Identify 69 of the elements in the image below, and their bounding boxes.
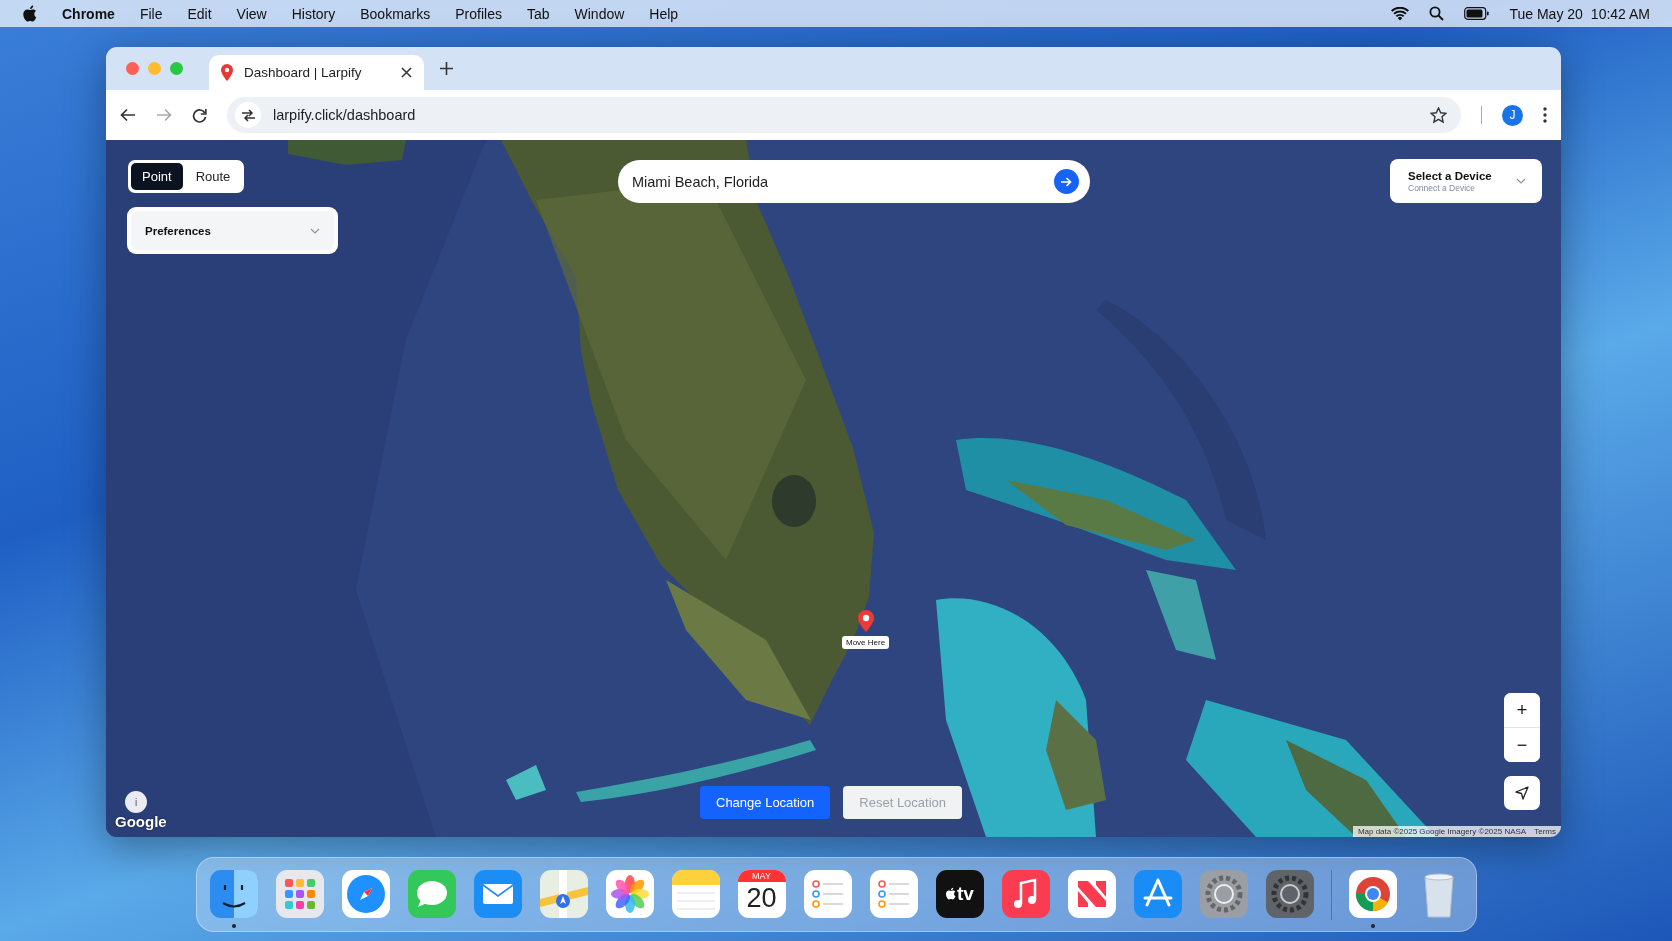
browser-tab[interactable]: Dashboard | Larpify [209,55,424,90]
menu-item[interactable]: History [291,5,336,22]
preferences-dropdown[interactable]: Preferences [131,211,334,250]
app-store-icon[interactable] [1132,868,1183,919]
menu-item[interactable]: View [236,5,267,22]
reload-icon[interactable] [192,107,207,123]
menu-bar-date[interactable]: Tue May 20 [1509,5,1583,22]
gear-icon[interactable] [1264,868,1315,919]
device-select-title: Select a Device [1408,169,1492,182]
mode-tab[interactable]: Point [131,163,183,190]
tv-app-icon[interactable]: tv [935,869,984,918]
back-icon[interactable] [120,108,136,122]
checklist-icon[interactable] [868,868,919,919]
search-submit-button[interactable] [1054,169,1079,194]
apple-logo-icon[interactable] [22,5,37,22]
chevron-down-icon[interactable] [1516,178,1526,184]
calendar-app-icon[interactable]: MAY 20 [737,869,786,918]
battery-icon[interactable] [1464,7,1490,20]
map-pin-icon[interactable] [858,610,874,632]
music-note-icon[interactable] [1000,868,1051,919]
locate-button[interactable] [1504,776,1540,810]
menu-item[interactable]: Profiles [455,5,502,22]
apple-logo-icon [945,887,957,900]
search-field[interactable]: Miami Beach, Florida [618,160,1090,203]
envelope-icon[interactable] [472,868,523,919]
menu-item[interactable]: Window [574,5,625,22]
new-tab-icon[interactable] [440,62,453,75]
chevron-down-icon[interactable] [310,227,320,234]
location-button[interactable]: Change Location [700,786,831,819]
attribution-text: Map data ©2025 Google Imagery ©2025 NASA [1357,827,1527,836]
mode-tab[interactable]: Route [184,163,242,190]
close-window-button[interactable] [126,62,139,75]
notepad-icon[interactable] [670,868,721,919]
map-logo: Google [115,813,167,830]
profile-avatar[interactable]: J [1502,104,1523,126]
app-menu[interactable]: Chrome [62,5,115,22]
marker-label: Move Here [842,636,890,649]
browser-logo-icon[interactable] [1347,868,1398,919]
compass-icon[interactable] [340,868,391,919]
close-icon[interactable] [401,67,412,78]
search-value: Miami Beach, Florida [632,173,769,190]
chat-bubble-icon[interactable] [406,868,457,919]
more-menu-icon[interactable] [1543,107,1547,123]
menu-item[interactable]: Edit [187,5,212,22]
menu-item[interactable]: Tab [526,5,550,22]
wifi-icon[interactable] [1391,6,1410,21]
site-settings-icon[interactable] [240,108,256,122]
menu-item[interactable]: File [139,5,163,22]
map-pin-icon [221,64,233,81]
menu-item[interactable]: Help [649,5,679,22]
flower-icon[interactable] [604,868,655,919]
bookmark-star-icon[interactable] [1430,106,1447,124]
menu-bar-time[interactable]: 10:42 AM [1590,5,1650,22]
arrow-right-icon [1061,176,1072,187]
news-icon[interactable] [1066,868,1117,919]
app-grid-icon[interactable] [274,868,325,919]
device-select[interactable]: Select a Device Connect a Device [1390,159,1542,203]
finder-face-icon[interactable] [208,868,259,919]
address-bar[interactable]: larpify.click/dashboard [227,97,1461,133]
search-icon[interactable] [1429,6,1445,21]
menu-item[interactable]: Bookmarks [360,5,431,22]
map-icon[interactable] [538,868,589,919]
terms-link[interactable]: Terms [1534,827,1556,836]
navigation-arrow-icon [1515,786,1529,800]
tab-title: Dashboard | Larpify [244,65,362,80]
url-text: larpify.click/dashboard [273,107,416,123]
gear-icon[interactable] [1198,868,1249,919]
device-select-subtitle: Connect a Device [1408,182,1477,193]
checklist-icon[interactable] [802,868,853,919]
